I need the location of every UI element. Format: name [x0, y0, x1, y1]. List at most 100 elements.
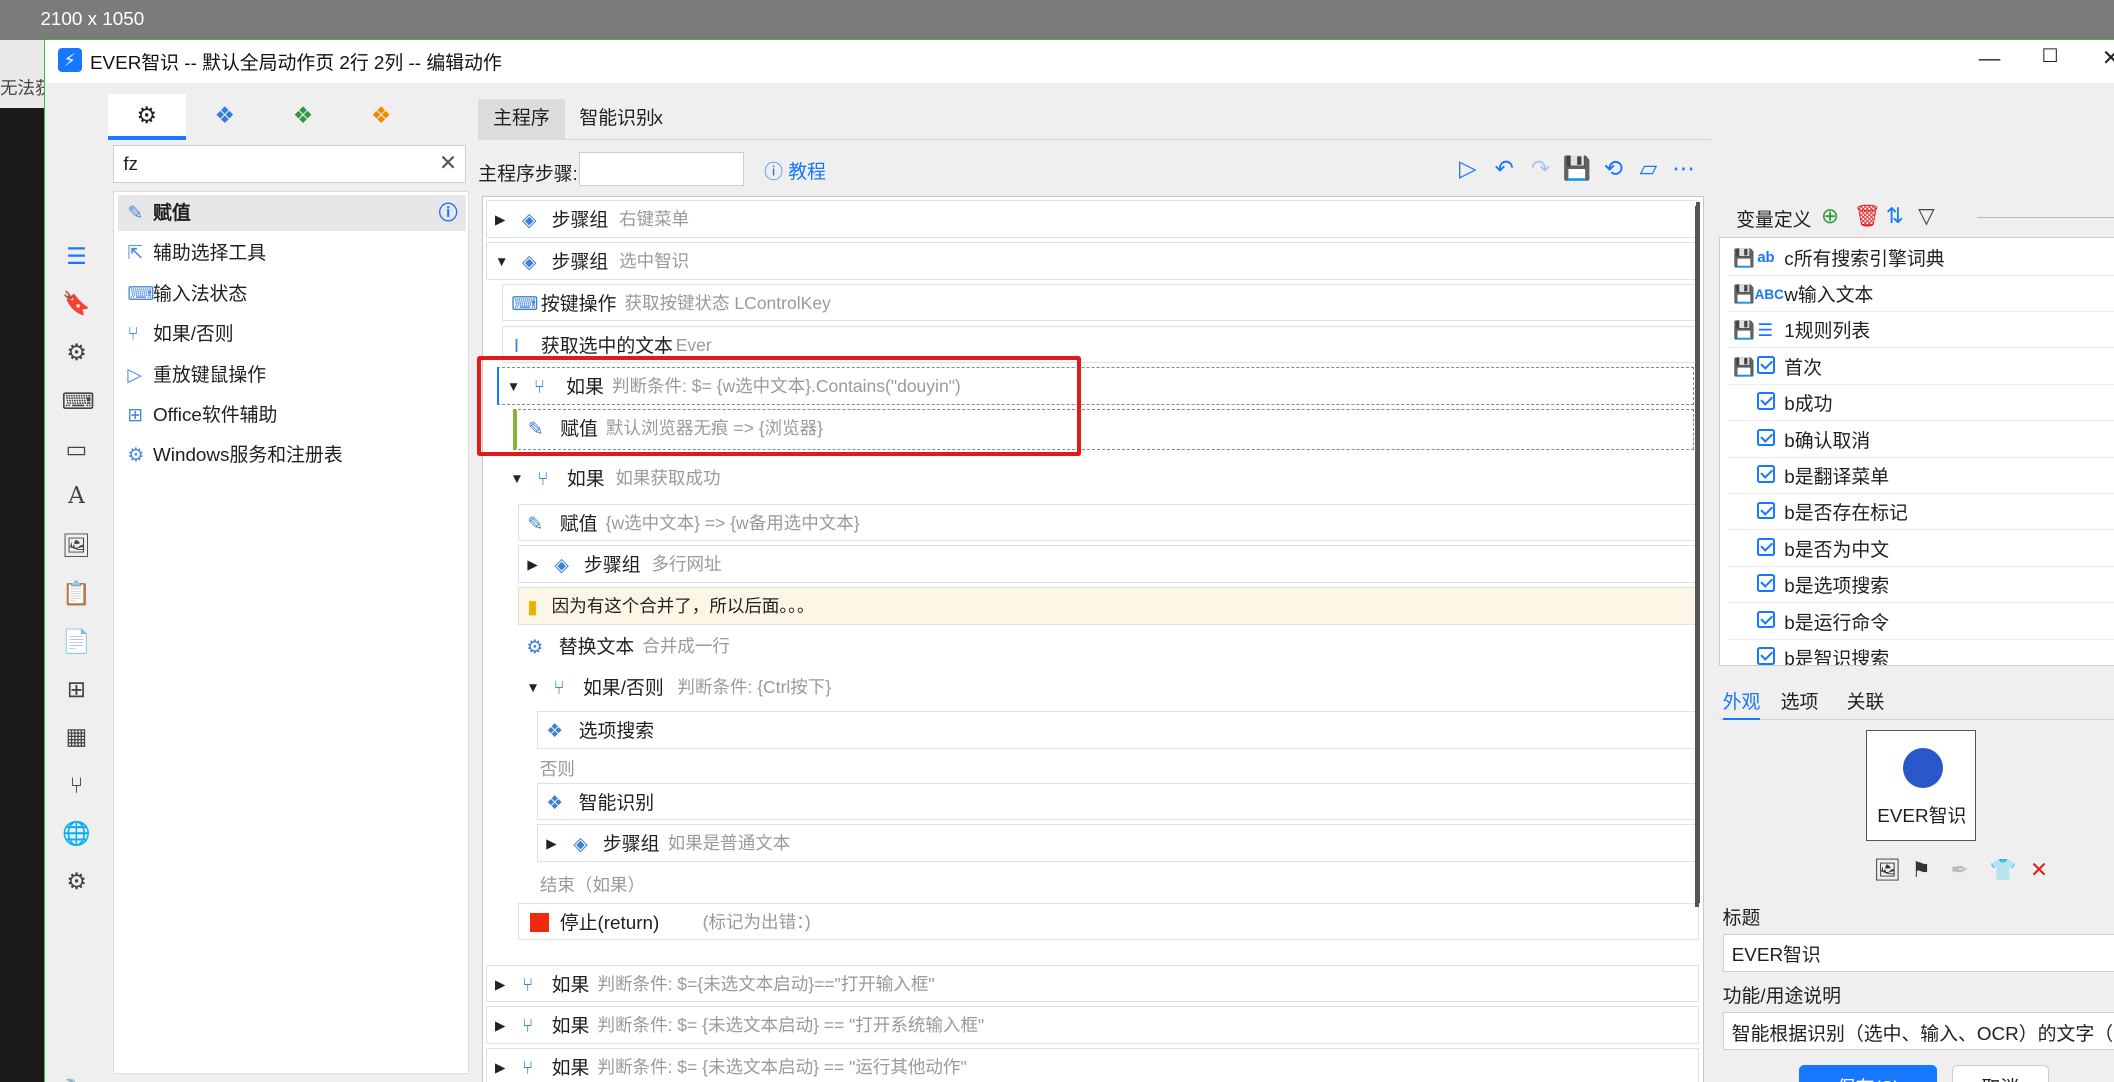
step-group-row[interactable]: ▶ ◈ 步骤组 多行网址	[518, 545, 1700, 584]
if-row[interactable]: ▶ ⑂ 如果 判断条件: $={未选文本启动}=="打开输入框"	[485, 964, 1700, 1003]
comment-row[interactable]: ▮ 因为有这个合并了，所以后面。。。	[518, 587, 1700, 625]
tab-association[interactable]: 关联	[1847, 687, 1885, 714]
toolbox-search-input[interactable]: fz ✕	[112, 145, 467, 183]
window-icon[interactable]: ▭	[62, 435, 92, 465]
tab-green-tools[interactable]: ❖	[264, 94, 342, 140]
tool-item-if-else[interactable]: ⑂ 如果/否则	[118, 316, 466, 352]
shirt-icon[interactable]: 👕	[1990, 857, 2017, 883]
tab-main-program[interactable]: 主程序	[478, 99, 565, 140]
cancel-button[interactable]: 取消	[1951, 1064, 2049, 1082]
collapse-icon[interactable]: ▼	[510, 460, 523, 498]
pen-icon[interactable]: ✒	[1950, 857, 1968, 883]
description-input[interactable]: 智能根据识别（选中、输入、OCR）的文字（网	[1722, 1012, 2114, 1050]
replace-text-row[interactable]: ⚙ 替换文本 合并成一行	[518, 627, 1700, 666]
step-group-row[interactable]: ▼ ◈ 步骤组 选中智识	[485, 241, 1700, 280]
if-row[interactable]: ▶ ⑂ 如果 判断条件: $= {未选文本启动} == "打开系统输入框"	[485, 1006, 1700, 1045]
smart-recognition-row[interactable]: ❖ 智能识别	[537, 782, 1700, 821]
wrench-icon[interactable]: 🔧	[62, 1077, 92, 1082]
if-row[interactable]: ▼ ⑂ 如果 如果获取成功	[502, 460, 1700, 499]
key-action-row[interactable]: ⌨ 按键操作 获取按键状态 LControlKey	[502, 283, 1700, 322]
keyboard-icon[interactable]: ⌨	[62, 387, 95, 417]
more-icon[interactable]: ⋯	[1669, 155, 1699, 182]
step-group-row[interactable]: ▶ ◈ 步骤组 如果是普通文本	[537, 824, 1700, 863]
expand-icon[interactable]: ▶	[495, 1007, 505, 1043]
cubes-icon: ❖	[546, 720, 564, 742]
variable-row[interactable]: 💾 首次	[1727, 350, 2114, 385]
expand-icon[interactable]: ▶	[495, 966, 505, 1002]
add-variable-icon[interactable]: ⊕	[1821, 203, 1839, 229]
calculator-icon[interactable]: ▦	[62, 722, 92, 752]
if-row[interactable]: ▶ ⑂ 如果 判断条件: $= {未选文本启动} == "运行其他动作"	[485, 1048, 1700, 1082]
clipboard-icon[interactable]: 📋	[62, 579, 92, 609]
variable-row[interactable]: b是选项搜索	[1727, 568, 2114, 604]
minimize-button[interactable]: —	[1973, 45, 2005, 75]
variable-row[interactable]: b是运行命令	[1727, 605, 2114, 640]
bookmark-icon[interactable]: 🔖	[62, 289, 92, 319]
variable-row[interactable]: b确认取消	[1727, 423, 2114, 458]
gear-icon[interactable]: ⚙	[62, 338, 92, 368]
variable-row[interactable]: 💾 ABC w输入文本	[1727, 277, 2114, 313]
variable-row[interactable]: b是翻译菜单	[1727, 459, 2114, 495]
option-search-row[interactable]: ❖ 选项搜索	[537, 711, 1700, 749]
expand-icon[interactable]: ▶	[495, 1049, 505, 1081]
tab-orange-tools[interactable]: ❖	[342, 94, 420, 140]
redo-icon[interactable]: ↷	[1526, 155, 1556, 182]
step-group-row[interactable]: ▶ ◈ 步骤组 右键菜单	[485, 200, 1700, 238]
tab-appearance[interactable]: 外观	[1722, 687, 1761, 721]
tool-item-select-tool[interactable]: ⇱ 辅助选择工具	[118, 235, 466, 271]
note-icon[interactable]: ▱	[1634, 155, 1664, 182]
save-icon[interactable]: 💾	[1562, 155, 1592, 182]
expand-icon[interactable]: ▶	[527, 546, 537, 582]
tool-item-replay[interactable]: ▷ 重放键鼠操作	[118, 357, 466, 393]
variable-row[interactable]: b是智识搜索	[1728, 641, 2114, 665]
assign-row[interactable]: ✎ 赋值 {w选中文本} => {w备用选中文本}	[518, 503, 1700, 542]
history-icon[interactable]: ⟲	[1599, 155, 1629, 182]
tab-options[interactable]: 选项	[1781, 687, 1819, 714]
windows-icon[interactable]: ⊞	[62, 675, 92, 705]
run-icon[interactable]: ▷	[1453, 155, 1483, 182]
expand-icon[interactable]: ▶	[546, 825, 556, 861]
variable-row[interactable]: 💾 ab c所有搜索引擎词典	[1727, 241, 2114, 276]
collapse-icon[interactable]: ▼	[526, 669, 539, 707]
flag-icon[interactable]: ⚑	[1911, 857, 1930, 883]
variables-title: 变量定义	[1736, 208, 1812, 230]
variable-row[interactable]: b成功	[1727, 386, 2114, 422]
list-icon[interactable]: ☰	[62, 242, 92, 272]
document-icon[interactable]: 📄	[62, 627, 92, 657]
tutorial-link[interactable]: ⓘ 教程	[764, 157, 826, 184]
tool-item-ime-state[interactable]: ⌨ 输入法状态	[118, 276, 466, 312]
tab-common-tools[interactable]: ⚙	[107, 94, 186, 140]
image-icon[interactable]: 🖼	[1874, 857, 1901, 883]
font-icon[interactable]: A	[62, 482, 92, 512]
stop-row[interactable]: 停止(return) (标记为出错：)	[518, 902, 1700, 941]
save-button[interactable]: 保存(S)	[1799, 1064, 1937, 1082]
tool-item-windows-services[interactable]: ⚙ Windows服务和注册表	[118, 437, 466, 473]
tool-item-assign[interactable]: ✎ 赋值 ⓘ	[117, 194, 466, 232]
remove-icon[interactable]: ✕	[2030, 857, 2048, 883]
sort-icon[interactable]: ⇅	[1886, 203, 1904, 229]
maximize-button[interactable]: ☐	[2034, 45, 2066, 75]
outer-scrollbar[interactable]	[1696, 202, 1701, 904]
tool-item-office[interactable]: ⊞ Office软件辅助	[118, 397, 466, 433]
close-button[interactable]: ✕	[2095, 45, 2114, 75]
title-input[interactable]: EVER智识	[1722, 933, 2114, 972]
variable-row[interactable]: 💾 ☰ 1规则列表	[1727, 313, 2114, 349]
image-icon[interactable]: 🖼	[62, 531, 92, 561]
tab-blue-tools[interactable]: ❖	[186, 94, 264, 140]
filter-icon[interactable]: ▽	[1918, 203, 1935, 229]
delete-variable-icon[interactable]: 🗑	[1853, 203, 1880, 229]
branch-icon[interactable]: ⑂	[62, 771, 92, 801]
close-tab-button[interactable]: x	[648, 99, 668, 139]
info-icon[interactable]: ⓘ	[439, 195, 458, 231]
variable-row[interactable]: b是否存在标记	[1727, 495, 2114, 531]
steps-input[interactable]	[579, 151, 744, 186]
variable-row[interactable]: b是否为中文	[1727, 532, 2114, 567]
globe-icon[interactable]: 🌐	[62, 819, 92, 849]
collapse-icon[interactable]: ▼	[495, 243, 508, 279]
expand-icon[interactable]: ▶	[495, 201, 505, 237]
undo-icon[interactable]: ↶	[1489, 155, 1519, 182]
if-else-row[interactable]: ▼ ⑂ 如果/否则 判断条件: {Ctrl按下}	[518, 669, 1700, 708]
icon-preview[interactable]: EVER智识	[1865, 730, 1977, 841]
gears-icon[interactable]: ⚙	[62, 867, 92, 897]
clear-search-icon[interactable]: ✕	[439, 150, 457, 176]
